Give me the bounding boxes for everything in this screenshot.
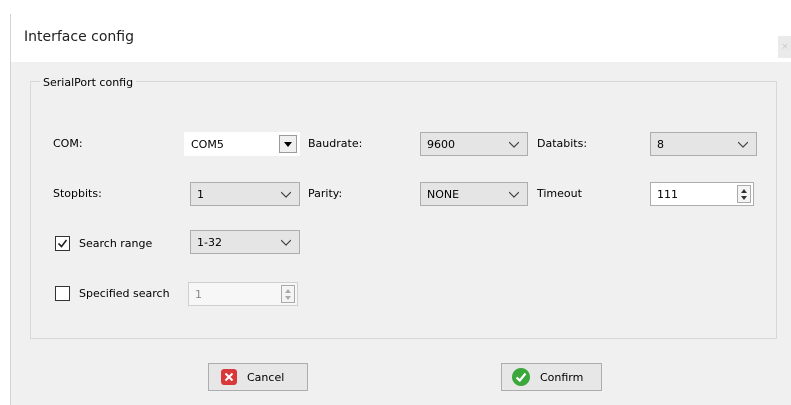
baudrate-select[interactable]: 9600 — [420, 132, 528, 156]
spin-up-icon — [285, 289, 291, 293]
com-dropdown-button[interactable] — [279, 135, 297, 153]
chevron-down-icon — [738, 136, 748, 152]
com-value: COM5 — [191, 138, 224, 151]
chevron-down-icon — [281, 234, 291, 250]
timeout-spin-buttons[interactable] — [737, 185, 751, 203]
spin-up-icon — [741, 189, 747, 193]
com-combobox[interactable]: COM5 — [184, 132, 300, 156]
chevron-down-icon — [509, 186, 519, 202]
search-range-checkbox[interactable] — [55, 236, 70, 251]
confirm-button[interactable]: Confirm — [501, 363, 602, 391]
timeout-label: Timeout — [537, 187, 582, 200]
dropdown-arrow-icon — [284, 142, 292, 147]
specified-search-spin-buttons — [281, 285, 295, 303]
search-range-value: 1-32 — [197, 236, 222, 249]
specified-search-value: 1 — [195, 288, 202, 301]
stopbits-select[interactable]: 1 — [190, 182, 300, 206]
checkmark-icon — [57, 239, 68, 248]
databits-value: 8 — [657, 138, 664, 151]
chevron-down-icon — [509, 136, 519, 152]
search-range-select[interactable]: 1-32 — [190, 230, 300, 254]
title-bar: Interface config × — [11, 14, 791, 62]
group-title: SerialPort config — [40, 75, 137, 91]
databits-label: Databits: — [537, 137, 588, 150]
com-label: COM: — [53, 137, 83, 150]
baudrate-value: 9600 — [427, 138, 455, 151]
parity-label: Parity: — [308, 187, 343, 200]
specified-search-label[interactable]: Specified search — [79, 286, 170, 302]
confirm-label: Confirm — [540, 371, 584, 384]
chevron-down-icon — [281, 186, 291, 202]
cancel-button[interactable]: Cancel — [208, 363, 308, 391]
spin-down-icon — [285, 296, 291, 300]
baudrate-label: Baudrate: — [308, 137, 363, 150]
stopbits-label: Stopbits: — [53, 187, 102, 200]
timeout-spinbox[interactable]: 111 — [650, 182, 754, 206]
cancel-label: Cancel — [247, 371, 285, 384]
databits-select[interactable]: 8 — [650, 132, 757, 156]
search-range-label[interactable]: Search range — [79, 236, 152, 252]
stopbits-value: 1 — [197, 188, 204, 201]
spin-down-icon — [741, 196, 747, 200]
specified-search-checkbox[interactable] — [55, 286, 70, 301]
cancel-icon — [221, 369, 237, 385]
close-button[interactable]: × — [778, 36, 791, 58]
specified-search-spinbox: 1 — [188, 282, 298, 306]
parity-value: NONE — [427, 188, 460, 201]
timeout-value: 111 — [657, 188, 678, 201]
parity-select[interactable]: NONE — [420, 182, 528, 206]
confirm-check-icon — [512, 368, 530, 386]
window-title: Interface config — [24, 29, 134, 45]
